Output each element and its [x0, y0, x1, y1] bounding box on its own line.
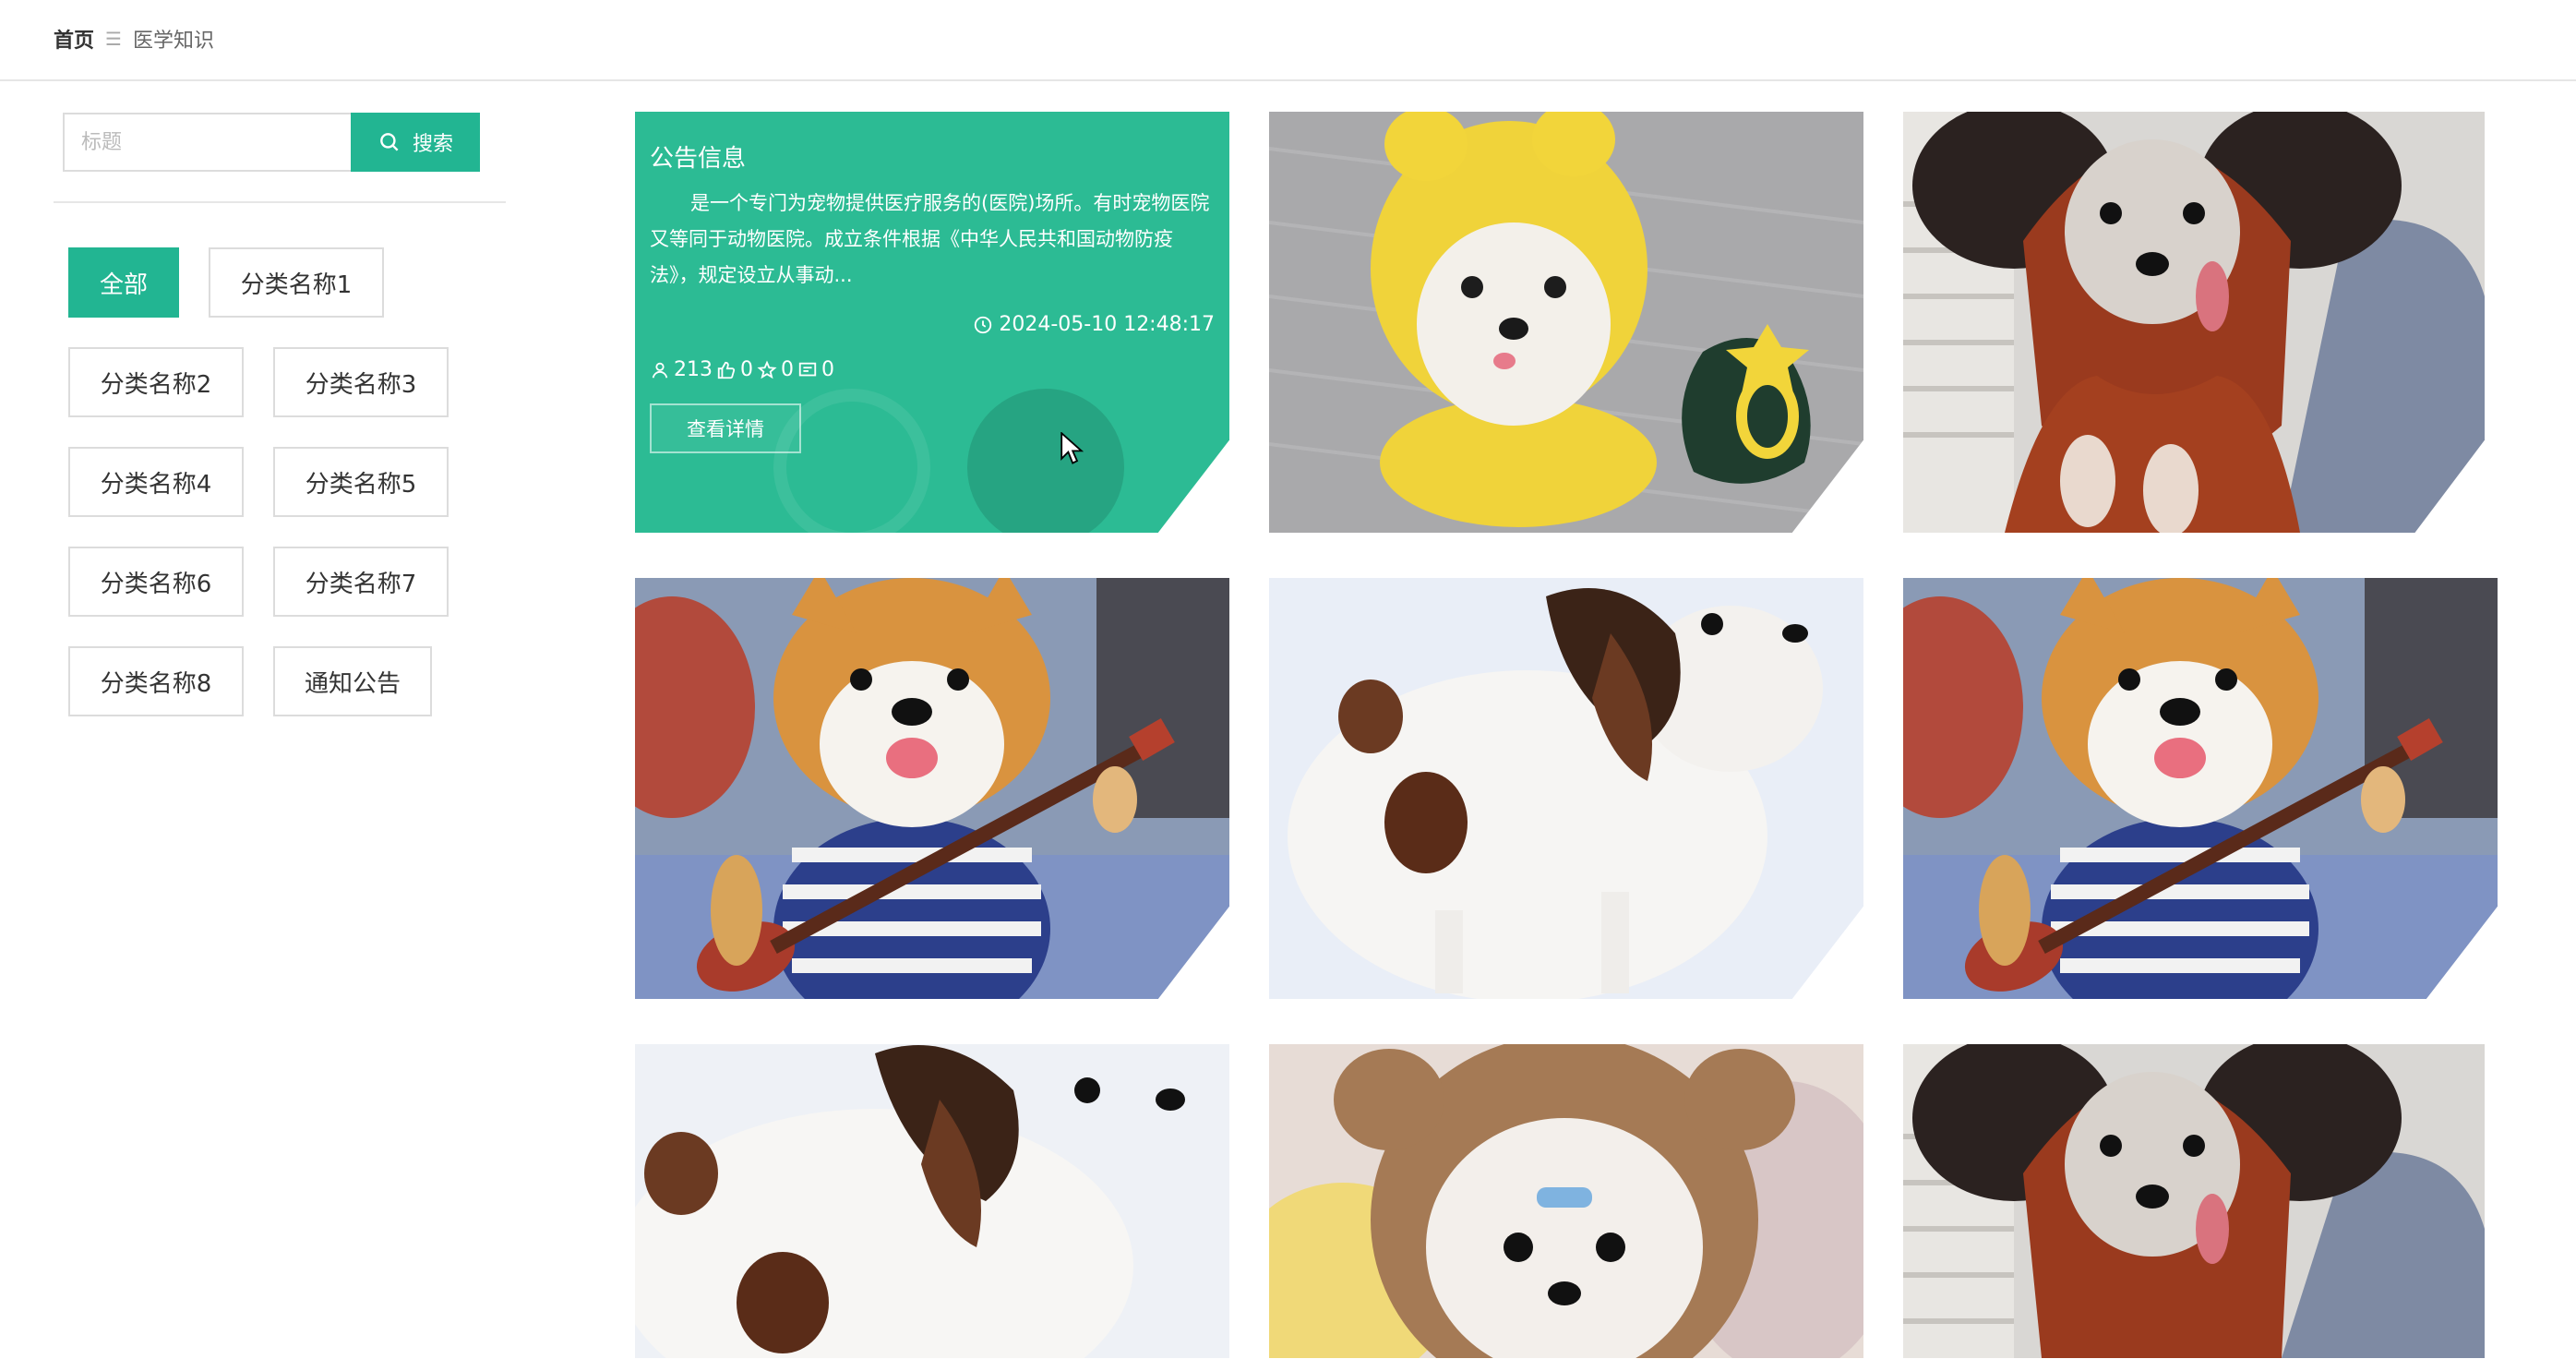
category-7[interactable]: 分类名称7: [273, 547, 449, 617]
category-notice[interactable]: 通知公告: [273, 646, 432, 716]
search-button-label: 搜索: [412, 133, 453, 156]
comment-icon: [798, 362, 817, 376]
article-card[interactable]: [1903, 112, 2485, 533]
category-6[interactable]: 分类名称6: [68, 547, 244, 617]
comments-count: 0: [821, 358, 834, 381]
category-8[interactable]: 分类名称8: [68, 646, 244, 716]
search-button[interactable]: 搜索: [351, 113, 480, 172]
article-card[interactable]: [1269, 578, 1863, 999]
breadcrumb-current: 医学知识: [132, 30, 214, 53]
view-detail-button[interactable]: 查看详情: [650, 403, 801, 453]
papillon-image: [1269, 578, 1863, 999]
category-3[interactable]: 分类名称3: [273, 347, 449, 417]
category-5[interactable]: 分类名称5: [273, 447, 449, 517]
like-icon: [717, 361, 736, 379]
category-4[interactable]: 分类名称4: [68, 447, 244, 517]
dog-yellow-hood-image: [1269, 112, 1863, 533]
likes-count: 0: [740, 358, 753, 381]
article-card[interactable]: [1269, 112, 1863, 533]
favorites-count: 0: [781, 358, 794, 381]
article-card[interactable]: [1269, 1044, 1863, 1358]
sidebar-divider: [54, 201, 506, 203]
notice-card[interactable]: 公告信息 是一个专门为宠物提供医疗服务的(医院)场所。有时宠物医院又等同于动物医…: [635, 112, 1229, 533]
category-1[interactable]: 分类名称1: [209, 247, 384, 318]
article-card[interactable]: [1903, 578, 2498, 999]
search-input[interactable]: [63, 113, 351, 172]
search-icon: [380, 133, 399, 151]
notice-background-shape: [967, 389, 1124, 533]
top-bar: 首页 ☰ 医学知识: [0, 0, 2576, 81]
mouse-cursor-icon: [1060, 432, 1084, 464]
dog-red-hoodie-image: [1903, 1044, 2485, 1358]
article-card[interactable]: [635, 578, 1229, 999]
category-list: 全部 分类名称1 分类名称2 分类名称3 分类名称4 分类名称5 分类名称6 分…: [68, 247, 474, 716]
user-icon: [652, 362, 668, 378]
article-card[interactable]: [1903, 1044, 2485, 1358]
star-icon: [757, 359, 777, 379]
notice-stats: 213 0 0 0: [650, 358, 834, 381]
notice-title: 公告信息: [650, 145, 747, 173]
papillon-image: [635, 1044, 1229, 1358]
dog-red-hoodie-image: [1903, 112, 2485, 533]
article-card[interactable]: [635, 1044, 1229, 1358]
category-2[interactable]: 分类名称2: [68, 347, 244, 417]
search-bar: 搜索: [63, 113, 506, 172]
notice-description: 是一个专门为宠物提供医疗服务的(医院)场所。有时宠物医院又等同于动物医院。成立条…: [650, 192, 1210, 286]
dog-bear-hood-image: [1269, 1044, 1863, 1358]
views-count: 213: [674, 358, 713, 381]
notice-time: 2024-05-10 12:48:17: [973, 313, 1215, 336]
corgi-guitar-image: [635, 578, 1229, 999]
notice-time-text: 2024-05-10 12:48:17: [999, 313, 1215, 336]
category-all[interactable]: 全部: [68, 247, 179, 318]
breadcrumb-home[interactable]: 首页: [54, 24, 94, 54]
clock-icon: [975, 316, 992, 333]
sidebar: 搜索 全部 分类名称1 分类名称2 分类名称3 分类名称4 分类名称5 分类名称…: [54, 113, 506, 716]
breadcrumb: 首页 ☰ 医学知识: [54, 24, 214, 54]
breadcrumb-separator-icon: ☰: [105, 28, 122, 50]
corgi-guitar-image: [1903, 578, 2498, 999]
